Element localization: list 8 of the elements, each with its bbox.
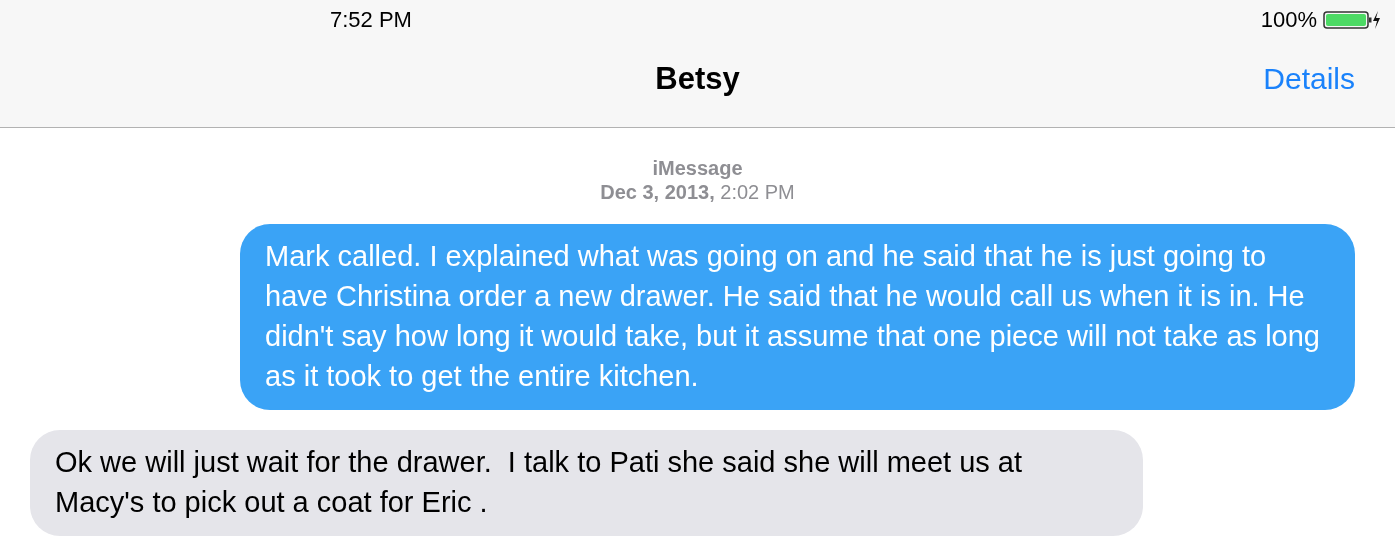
received-message-bubble: Ok we will just wait for the drawer. I talk to Pati she said she will meet us at Macy's to pick out a coat for Eric .	[30, 430, 1143, 536]
status-time: 7:52 PM	[330, 7, 412, 33]
details-link[interactable]: Details	[1263, 61, 1355, 96]
service-label: iMessage	[652, 156, 743, 180]
battery-percentage: 100%	[1260, 7, 1317, 33]
sent-message-bubble: Mark called. I explained what was going on and he said that he is just going to have Christina order a new drawer. He said that he would call us when it is in. He didn't say how long it would take, but it assume that one piece will not take as long as it took to get the entire kitchen.	[240, 224, 1355, 410]
message-timestamp: Dec 3, 2013, 2:02 PM	[600, 180, 795, 204]
conversation-title: Betsy	[655, 60, 740, 97]
